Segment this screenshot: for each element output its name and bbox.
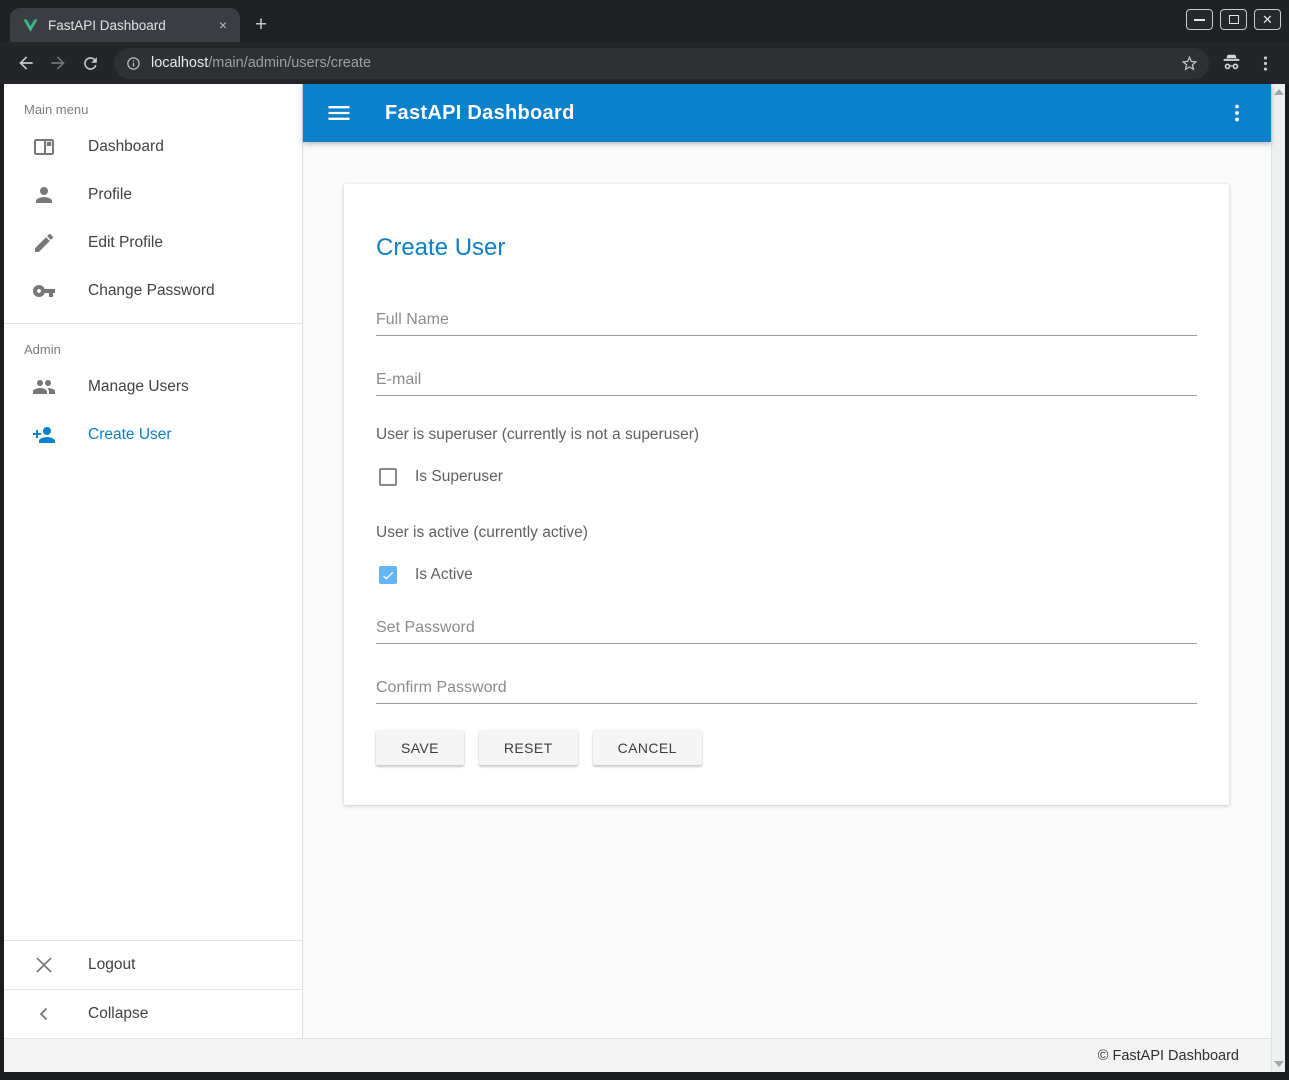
checkbox-label: Is Superuser xyxy=(415,468,503,486)
checkbox-label: Is Active xyxy=(415,566,473,584)
confirm-password-field[interactable] xyxy=(376,680,1197,704)
url-text: localhost/main/admin/users/create xyxy=(151,55,1180,71)
toolbar-right xyxy=(1221,53,1275,74)
sidebar-section-main-menu: Main menu xyxy=(4,84,302,123)
key-icon xyxy=(32,279,56,303)
reload-icon[interactable] xyxy=(74,47,106,79)
chevron-left-icon xyxy=(32,1002,56,1026)
set-password-field[interactable] xyxy=(376,620,1197,644)
browser-chrome: FastAPI Dashboard × + ✕ localhost/main/a… xyxy=(0,0,1289,84)
vue-logo-favicon xyxy=(22,17,39,34)
email-field[interactable] xyxy=(376,372,1197,396)
create-user-card: Create User User is superuser (currently… xyxy=(344,184,1229,805)
incognito-icon xyxy=(1221,53,1242,74)
app-bar: FastAPI Dashboard xyxy=(303,84,1271,142)
sidebar-item-label: Manage Users xyxy=(88,378,189,396)
sidebar-item-edit-profile[interactable]: Edit Profile xyxy=(4,219,302,267)
url-path: /main/admin/users/create xyxy=(208,55,371,71)
cancel-button[interactable]: CANCEL xyxy=(593,730,702,765)
scroll-down-icon[interactable] xyxy=(1274,1061,1284,1067)
app-window: Main menu Dashboard Profile Edit Profile xyxy=(4,84,1271,1072)
close-icon[interactable]: ✕ xyxy=(1254,9,1281,30)
sidebar-item-collapse[interactable]: Collapse xyxy=(4,990,302,1038)
checkbox-checked-icon[interactable] xyxy=(379,566,397,584)
dashboard-icon xyxy=(32,135,56,159)
page-scrollbar[interactable] xyxy=(1271,84,1285,1072)
form-actions: SAVE RESET CANCEL xyxy=(376,730,1197,765)
active-hint: User is active (currently active) xyxy=(376,524,1197,542)
sidebar-item-change-password[interactable]: Change Password xyxy=(4,267,302,315)
browser-menu-icon[interactable] xyxy=(1256,54,1275,73)
sidebar-item-label: Create User xyxy=(88,426,172,444)
browser-tab[interactable]: FastAPI Dashboard × xyxy=(10,8,240,42)
full-name-field[interactable] xyxy=(376,312,1197,336)
sidebar-item-label: Collapse xyxy=(88,1005,148,1023)
appbar-title: FastAPI Dashboard xyxy=(385,102,575,125)
page-body: Create User User is superuser (currently… xyxy=(303,142,1271,1038)
new-tab-button[interactable]: + xyxy=(248,12,274,38)
superuser-hint: User is superuser (currently is not a su… xyxy=(376,426,1197,444)
close-x-icon xyxy=(32,953,56,977)
scroll-up-icon[interactable] xyxy=(1274,89,1284,95)
footer-text: © FastAPI Dashboard xyxy=(1098,1048,1239,1064)
sidebar-item-label: Edit Profile xyxy=(88,234,163,252)
sidebar-item-create-user[interactable]: Create User xyxy=(4,411,302,459)
save-button[interactable]: SAVE xyxy=(376,730,464,765)
reset-button[interactable]: RESET xyxy=(479,730,578,765)
site-info-icon[interactable] xyxy=(126,56,141,71)
browser-toolbar: localhost/main/admin/users/create xyxy=(0,42,1289,84)
sidebar-item-label: Profile xyxy=(88,186,132,204)
is-superuser-checkbox-row[interactable]: Is Superuser xyxy=(376,468,1197,486)
hamburger-menu-icon[interactable] xyxy=(325,99,353,127)
tab-close-icon[interactable]: × xyxy=(214,16,232,34)
sidebar-item-label: Logout xyxy=(88,956,135,974)
footer: © FastAPI Dashboard xyxy=(4,1038,1271,1072)
address-bar[interactable]: localhost/main/admin/users/create xyxy=(114,48,1209,79)
forward-icon[interactable] xyxy=(42,47,74,79)
window-controls: ✕ xyxy=(1186,9,1281,30)
page-title: Create User xyxy=(376,234,1197,262)
main-content: FastAPI Dashboard Create User User is su… xyxy=(303,84,1271,1038)
tab-strip: FastAPI Dashboard × + ✕ xyxy=(0,0,1289,42)
appbar-menu-icon[interactable] xyxy=(1225,101,1249,125)
pencil-icon xyxy=(32,231,56,255)
sidebar-item-profile[interactable]: Profile xyxy=(4,171,302,219)
people-icon xyxy=(32,375,56,399)
tab-title: FastAPI Dashboard xyxy=(48,18,214,33)
sidebar-section-admin: Admin xyxy=(4,324,302,363)
is-active-checkbox-row[interactable]: Is Active xyxy=(376,566,1197,584)
checkbox-unchecked-icon[interactable] xyxy=(379,468,397,486)
minimize-icon[interactable] xyxy=(1186,9,1213,30)
sidebar: Main menu Dashboard Profile Edit Profile xyxy=(4,84,303,1038)
maximize-icon[interactable] xyxy=(1220,9,1247,30)
sidebar-item-manage-users[interactable]: Manage Users xyxy=(4,363,302,411)
url-host: localhost xyxy=(151,55,208,71)
bookmark-star-icon[interactable] xyxy=(1180,54,1199,73)
person-add-icon xyxy=(32,423,56,447)
sidebar-item-label: Dashboard xyxy=(88,138,164,156)
sidebar-item-label: Change Password xyxy=(88,282,215,300)
sidebar-item-logout[interactable]: Logout xyxy=(4,941,302,989)
back-icon[interactable] xyxy=(10,47,42,79)
person-icon xyxy=(32,183,56,207)
sidebar-item-dashboard[interactable]: Dashboard xyxy=(4,123,302,171)
